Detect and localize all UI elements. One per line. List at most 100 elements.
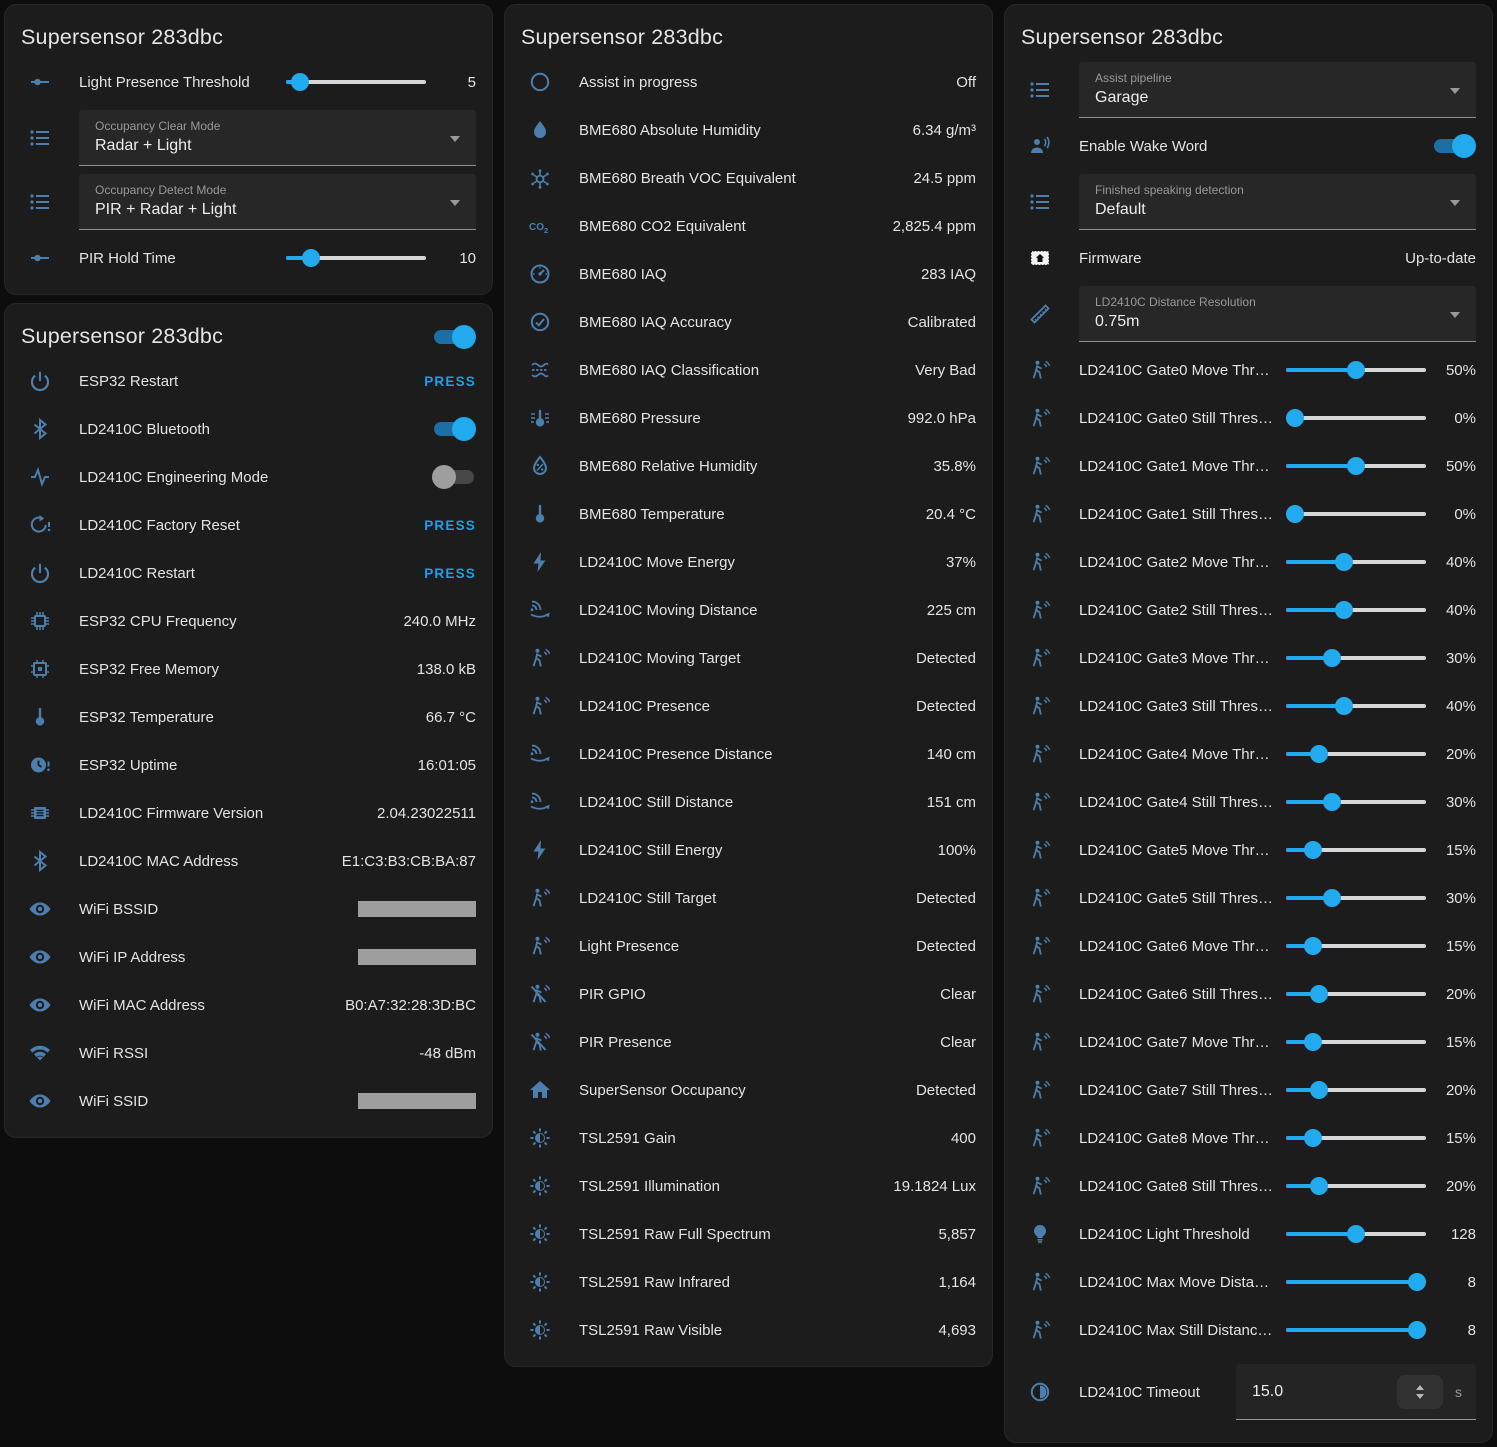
- slider-handle[interactable]: [1323, 793, 1341, 811]
- slider-handle[interactable]: [1304, 841, 1322, 859]
- row-bme680-temperature[interactable]: BME680 Temperature20.4 °C: [521, 490, 976, 538]
- row-tsl2591-raw-visible[interactable]: TSL2591 Raw Visible4,693: [521, 1306, 976, 1354]
- row-ld2410c-still-target[interactable]: LD2410C Still TargetDetected: [521, 874, 976, 922]
- ld2410c-gate1-still-thres-slider[interactable]: [1286, 502, 1426, 526]
- pir-hold-time-slider[interactable]: [286, 246, 426, 270]
- finished-speaking-detection-select[interactable]: Finished speaking detectionDefault: [1079, 174, 1476, 230]
- chevron-down-icon[interactable]: [1416, 1394, 1424, 1399]
- ld2410c-light-threshold-slider[interactable]: [1286, 1222, 1426, 1246]
- row-wifi-ssid[interactable]: WiFi SSID: [21, 1077, 476, 1125]
- row-bme680-iaq-accuracy[interactable]: BME680 IAQ AccuracyCalibrated: [521, 298, 976, 346]
- toggle-thumb[interactable]: [452, 417, 476, 441]
- ld2410c-gate0-move-thr-slider[interactable]: [1286, 358, 1426, 382]
- slider-handle[interactable]: [1408, 1273, 1426, 1291]
- toggle-thumb[interactable]: [1452, 134, 1476, 158]
- row-wifi-ip-address[interactable]: WiFi IP Address: [21, 933, 476, 981]
- slider-track[interactable]: [1286, 512, 1426, 516]
- ld2410c-gate0-still-thres-slider[interactable]: [1286, 406, 1426, 430]
- row-bme680-relative-humidity[interactable]: BME680 Relative Humidity35.8%: [521, 442, 976, 490]
- ld2410c-gate4-move-thr-slider[interactable]: [1286, 742, 1426, 766]
- row-esp32-uptime[interactable]: ESP32 Uptime16:01:05: [21, 741, 476, 789]
- slider-handle[interactable]: [1304, 1033, 1322, 1051]
- row-ld2410c-mac-address[interactable]: LD2410C MAC AddressE1:C3:B3:CB:BA:87: [21, 837, 476, 885]
- slider-handle[interactable]: [1286, 409, 1304, 427]
- row-ld2410c-still-energy[interactable]: LD2410C Still Energy100%: [521, 826, 976, 874]
- enable-wake-word-toggle[interactable]: [1432, 134, 1476, 158]
- slider-handle[interactable]: [1347, 361, 1365, 379]
- light-presence-threshold-slider[interactable]: [286, 70, 426, 94]
- ld2410c-max-move-dista-slider[interactable]: [1286, 1270, 1426, 1294]
- row-assist-in-progress[interactable]: Assist in progressOff: [521, 58, 976, 106]
- row-pir-gpio[interactable]: PIR GPIOClear: [521, 970, 976, 1018]
- row-wifi-rssi[interactable]: WiFi RSSI-48 dBm: [21, 1029, 476, 1077]
- slider-handle[interactable]: [1323, 649, 1341, 667]
- card-header-toggle[interactable]: [432, 325, 476, 349]
- row-tsl2591-raw-full-spectrum[interactable]: TSL2591 Raw Full Spectrum5,857: [521, 1210, 976, 1258]
- ld2410c-distance-resolution-select[interactable]: LD2410C Distance Resolution0.75m: [1079, 286, 1476, 342]
- slider-handle[interactable]: [1310, 1177, 1328, 1195]
- slider-handle[interactable]: [1335, 601, 1353, 619]
- value-stepper[interactable]: [1397, 1375, 1443, 1409]
- ld2410c-gate6-move-thr-slider[interactable]: [1286, 934, 1426, 958]
- row-ld2410c-moving-distance[interactable]: LD2410C Moving Distance225 cm: [521, 586, 976, 634]
- slider-handle[interactable]: [1304, 937, 1322, 955]
- slider-handle[interactable]: [1347, 457, 1365, 475]
- slider-handle[interactable]: [1310, 1081, 1328, 1099]
- row-bme680-iaq[interactable]: BME680 IAQ283 IAQ: [521, 250, 976, 298]
- row-bme680-absolute-humidity[interactable]: BME680 Absolute Humidity6.34 g/m³: [521, 106, 976, 154]
- row-wifi-mac-address[interactable]: WiFi MAC AddressB0:A7:32:28:3D:BC: [21, 981, 476, 1029]
- row-esp32-temperature[interactable]: ESP32 Temperature66.7 °C: [21, 693, 476, 741]
- ld2410c-gate1-move-thr-slider[interactable]: [1286, 454, 1426, 478]
- row-bme680-co2-equivalent[interactable]: BME680 CO2 Equivalent2,825.4 ppm: [521, 202, 976, 250]
- ld2410c-gate8-still-thres-slider[interactable]: [1286, 1174, 1426, 1198]
- ld2410c-gate3-still-thres-slider[interactable]: [1286, 694, 1426, 718]
- ld2410c-gate6-still-thres-slider[interactable]: [1286, 982, 1426, 1006]
- slider-handle[interactable]: [302, 249, 320, 267]
- ld2410c-gate5-move-thr-slider[interactable]: [1286, 838, 1426, 862]
- ld2410c-gate4-still-thres-slider[interactable]: [1286, 790, 1426, 814]
- row-esp32-free-memory[interactable]: ESP32 Free Memory138.0 kB: [21, 645, 476, 693]
- ld2410c-gate7-move-thr-slider[interactable]: [1286, 1030, 1426, 1054]
- ld2410c-gate7-still-thres-slider[interactable]: [1286, 1078, 1426, 1102]
- row-firmware[interactable]: FirmwareUp-to-date: [1021, 234, 1476, 282]
- chevron-up-icon[interactable]: [1416, 1385, 1424, 1390]
- ld2410c-bluetooth-toggle[interactable]: [432, 417, 476, 441]
- slider-track[interactable]: [1286, 416, 1426, 420]
- ld2410c-gate2-still-thres-slider[interactable]: [1286, 598, 1426, 622]
- row-ld2410c-moving-target[interactable]: LD2410C Moving TargetDetected: [521, 634, 976, 682]
- row-tsl2591-raw-infrared[interactable]: TSL2591 Raw Infrared1,164: [521, 1258, 976, 1306]
- occupancy-clear-mode-select[interactable]: Occupancy Clear ModeRadar + Light: [79, 110, 476, 166]
- ld2410c-timeout-input[interactable]: 15.0s: [1236, 1364, 1476, 1420]
- slider-handle[interactable]: [1408, 1321, 1426, 1339]
- ld2410c-factory-reset-button[interactable]: PRESS: [424, 518, 476, 533]
- ld2410c-gate8-move-thr-slider[interactable]: [1286, 1126, 1426, 1150]
- assist-pipeline-select[interactable]: Assist pipelineGarage: [1079, 62, 1476, 118]
- row-tsl2591-gain[interactable]: TSL2591 Gain400: [521, 1114, 976, 1162]
- row-wifi-bssid[interactable]: WiFi BSSID: [21, 885, 476, 933]
- row-ld2410c-firmware-version[interactable]: LD2410C Firmware Version2.04.23022511: [21, 789, 476, 837]
- slider-handle[interactable]: [1335, 697, 1353, 715]
- slider-handle[interactable]: [1347, 1225, 1365, 1243]
- ld2410c-engineering-mode-toggle[interactable]: [432, 465, 476, 489]
- row-ld2410c-presence-distance[interactable]: LD2410C Presence Distance140 cm: [521, 730, 976, 778]
- row-bme680-iaq-classification[interactable]: BME680 IAQ ClassificationVery Bad: [521, 346, 976, 394]
- row-ld2410c-move-energy[interactable]: LD2410C Move Energy37%: [521, 538, 976, 586]
- slider-handle[interactable]: [291, 73, 309, 91]
- slider-handle[interactable]: [1323, 889, 1341, 907]
- slider-handle[interactable]: [1304, 1129, 1322, 1147]
- row-bme680-breath-voc-equivalent[interactable]: BME680 Breath VOC Equivalent24.5 ppm: [521, 154, 976, 202]
- slider-handle[interactable]: [1286, 505, 1304, 523]
- toggle-thumb[interactable]: [452, 325, 476, 349]
- ld2410c-gate3-move-thr-slider[interactable]: [1286, 646, 1426, 670]
- ld2410c-gate2-move-thr-slider[interactable]: [1286, 550, 1426, 574]
- row-pir-presence[interactable]: PIR PresenceClear: [521, 1018, 976, 1066]
- row-tsl2591-illumination[interactable]: TSL2591 Illumination19.1824 Lux: [521, 1162, 976, 1210]
- row-bme680-pressure[interactable]: BME680 Pressure992.0 hPa: [521, 394, 976, 442]
- esp32-restart-button[interactable]: PRESS: [424, 374, 476, 389]
- ld2410c-restart-button[interactable]: PRESS: [424, 566, 476, 581]
- row-esp32-cpu-frequency[interactable]: ESP32 CPU Frequency240.0 MHz: [21, 597, 476, 645]
- occupancy-detect-mode-select[interactable]: Occupancy Detect ModePIR + Radar + Light: [79, 174, 476, 230]
- row-light-presence[interactable]: Light PresenceDetected: [521, 922, 976, 970]
- slider-handle[interactable]: [1335, 553, 1353, 571]
- slider-handle[interactable]: [1310, 745, 1328, 763]
